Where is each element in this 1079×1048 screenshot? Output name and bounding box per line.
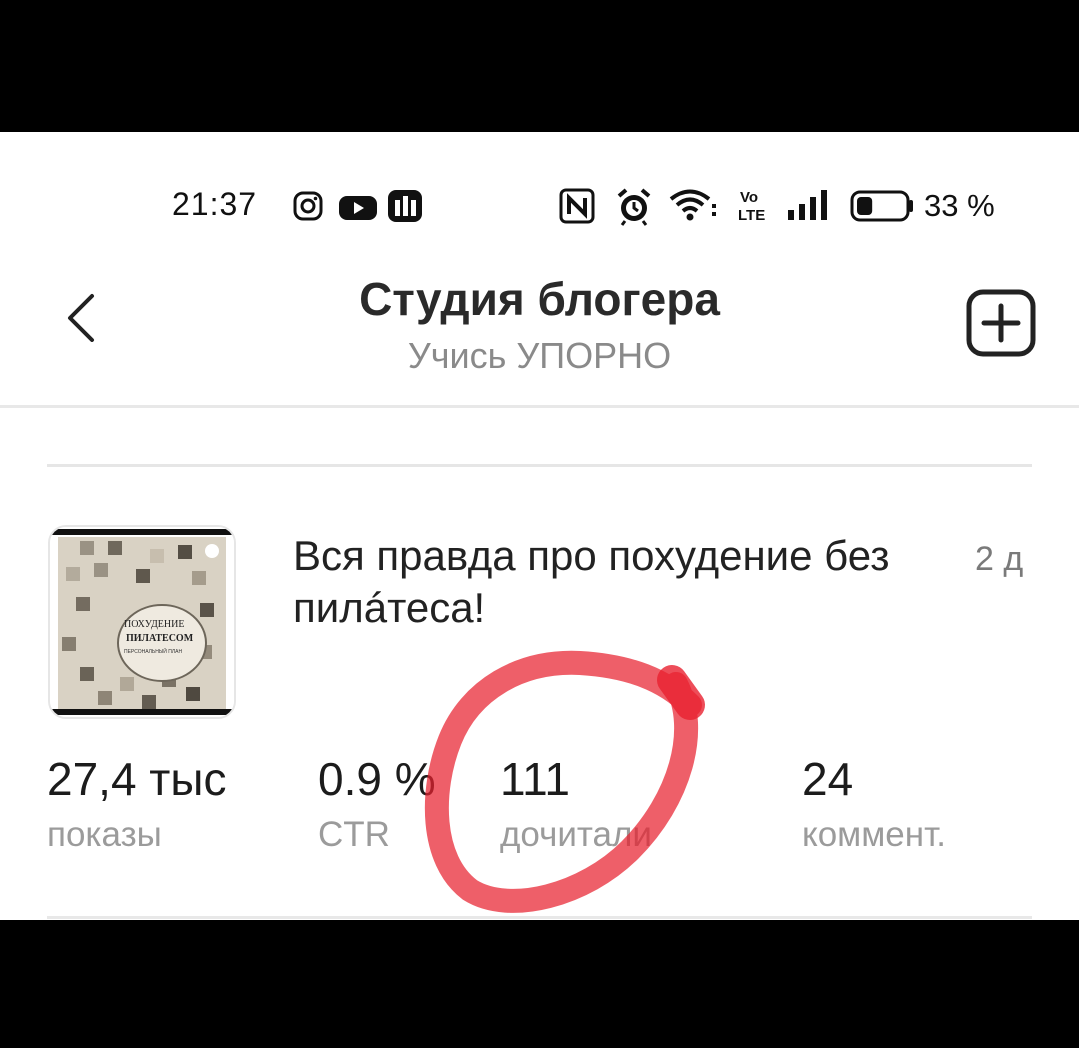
stat-read-value: 111 xyxy=(500,753,570,805)
battery-icon xyxy=(850,190,916,227)
page-title: Студия блогера xyxy=(359,273,720,325)
page-subtitle: Учись УПОРНО xyxy=(407,335,672,376)
wifi-icon xyxy=(668,188,720,227)
post-age: 2 д xyxy=(975,540,1024,578)
signal-icon xyxy=(786,190,834,227)
stat-read-label: дочитали xyxy=(500,815,652,854)
status-time: 21:37 xyxy=(172,186,258,222)
instagram-icon xyxy=(292,190,324,227)
youtube-icon xyxy=(338,194,378,227)
top-black-bar xyxy=(0,0,1079,132)
bottom-divider xyxy=(47,916,1032,919)
post-thumbnail[interactable]: ПОХУДЕНИЕ ПИЛАТЕСОМ ПЕРСОНАЛЬНЫЙ ПЛАН xyxy=(48,525,236,719)
app-icon xyxy=(386,188,424,229)
stat-ctr-value: 0.9 % xyxy=(318,753,436,805)
volte-icon: Vo LTE xyxy=(736,186,772,229)
section-divider xyxy=(47,464,1032,467)
stat-impressions-label: показы xyxy=(47,815,162,854)
thumbnail-text-2: ПИЛАТЕСОМ xyxy=(126,633,194,644)
nfc-icon xyxy=(558,188,596,229)
svg-text:Vo: Vo xyxy=(740,189,758,206)
stat-comments-label: коммент. xyxy=(802,815,946,854)
alarm-icon xyxy=(614,186,654,231)
bottom-black-bar xyxy=(0,920,1079,1048)
status-bar: 21:37 Vo LTE 33 % xyxy=(0,132,1079,282)
stat-comments-value: 24 xyxy=(802,753,854,805)
plus-square-icon xyxy=(966,289,1036,357)
thumbnail-text-1: ПОХУДЕНИЕ xyxy=(124,619,184,630)
stat-impressions-value: 27,4 тыс xyxy=(47,753,227,805)
post-title[interactable]: Вся правда про похудение без пилáтеса! xyxy=(293,530,933,634)
thumbnail-text-3: ПЕРСОНАЛЬНЫЙ ПЛАН xyxy=(124,647,182,655)
header-divider xyxy=(0,405,1079,408)
svg-text:LTE: LTE xyxy=(738,207,765,224)
thumbnail-image: ПОХУДЕНИЕ ПИЛАТЕСОМ ПЕРСОНАЛЬНЫЙ ПЛАН xyxy=(50,527,234,717)
stat-ctr-label: CTR xyxy=(318,815,390,854)
app-screen: 21:37 Vo LTE 33 % Студия блогера Учись У… xyxy=(0,132,1079,920)
battery-percent: 33 % xyxy=(924,188,995,223)
add-button[interactable] xyxy=(966,289,1036,357)
